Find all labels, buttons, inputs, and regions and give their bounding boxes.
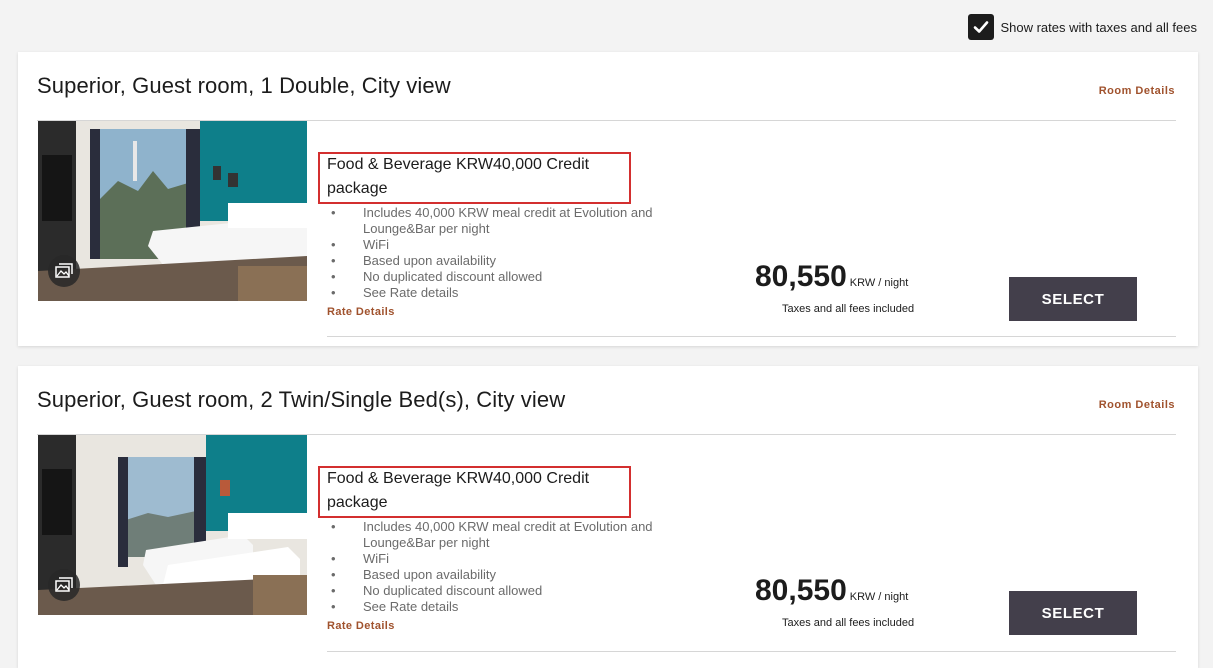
- gallery-icon[interactable]: [48, 569, 80, 601]
- room-card: Superior, Guest room, 1 Double, City vie…: [18, 52, 1198, 346]
- show-taxes-label: Show rates with taxes and all fees: [1000, 19, 1197, 35]
- room-details-link[interactable]: Room Details: [1099, 85, 1175, 97]
- show-taxes-toggle[interactable]: Show rates with taxes and all fees: [968, 14, 1197, 40]
- divider: [327, 651, 1176, 652]
- room-photo[interactable]: [38, 121, 307, 301]
- list-item: Includes 40,000 KRW meal credit at Evolu…: [331, 519, 707, 551]
- price: 80,550 KRW / night: [755, 574, 908, 608]
- select-button[interactable]: SELECT: [1009, 591, 1137, 635]
- room-title: Superior, Guest room, 2 Twin/Single Bed(…: [37, 387, 566, 412]
- rate-details-link[interactable]: Rate Details: [327, 620, 395, 632]
- list-item: Includes 40,000 KRW meal credit at Evolu…: [331, 205, 707, 237]
- list-item: WiFi: [331, 551, 707, 567]
- list-item: Based upon availability: [331, 253, 707, 269]
- rate-block: Food & Beverage KRW40,000 Credit package…: [318, 152, 707, 320]
- rate-name: Food & Beverage KRW40,000 Credit package: [327, 470, 590, 511]
- price-amount: 80,550: [755, 574, 847, 607]
- price-note: Taxes and all fees included: [782, 617, 915, 629]
- price: 80,550 KRW / night: [755, 260, 908, 294]
- list-item: Based upon availability: [331, 567, 707, 583]
- room-title: Superior, Guest room, 1 Double, City vie…: [37, 73, 451, 98]
- list-item: See Rate details: [331, 285, 707, 301]
- select-button[interactable]: SELECT: [1009, 277, 1137, 321]
- room-photo[interactable]: [38, 435, 307, 615]
- price-unit: KRW / night: [849, 277, 909, 289]
- price-unit: KRW / night: [849, 591, 909, 603]
- rate-features: Includes 40,000 KRW meal credit at Evolu…: [327, 205, 707, 301]
- room-details-link[interactable]: Room Details: [1099, 399, 1175, 411]
- room-card: Superior, Guest room, 2 Twin/Single Bed(…: [18, 366, 1198, 668]
- list-item: WiFi: [331, 237, 707, 253]
- checkbox-checked[interactable]: [968, 14, 995, 40]
- price-amount: 80,550: [755, 260, 847, 293]
- rate-name: Food & Beverage KRW40,000 Credit package: [327, 156, 590, 197]
- price-note: Taxes and all fees included: [782, 303, 915, 315]
- gallery-icon[interactable]: [48, 255, 80, 287]
- rate-features: Includes 40,000 KRW meal credit at Evolu…: [327, 519, 707, 615]
- checkmark-icon: [974, 21, 989, 33]
- divider: [327, 336, 1176, 337]
- rate-details-link[interactable]: Rate Details: [327, 306, 395, 318]
- list-item: No duplicated discount allowed: [331, 583, 707, 599]
- rate-block: Food & Beverage KRW40,000 Credit package…: [318, 466, 707, 634]
- list-item: See Rate details: [331, 599, 707, 615]
- list-item: No duplicated discount allowed: [331, 269, 707, 285]
